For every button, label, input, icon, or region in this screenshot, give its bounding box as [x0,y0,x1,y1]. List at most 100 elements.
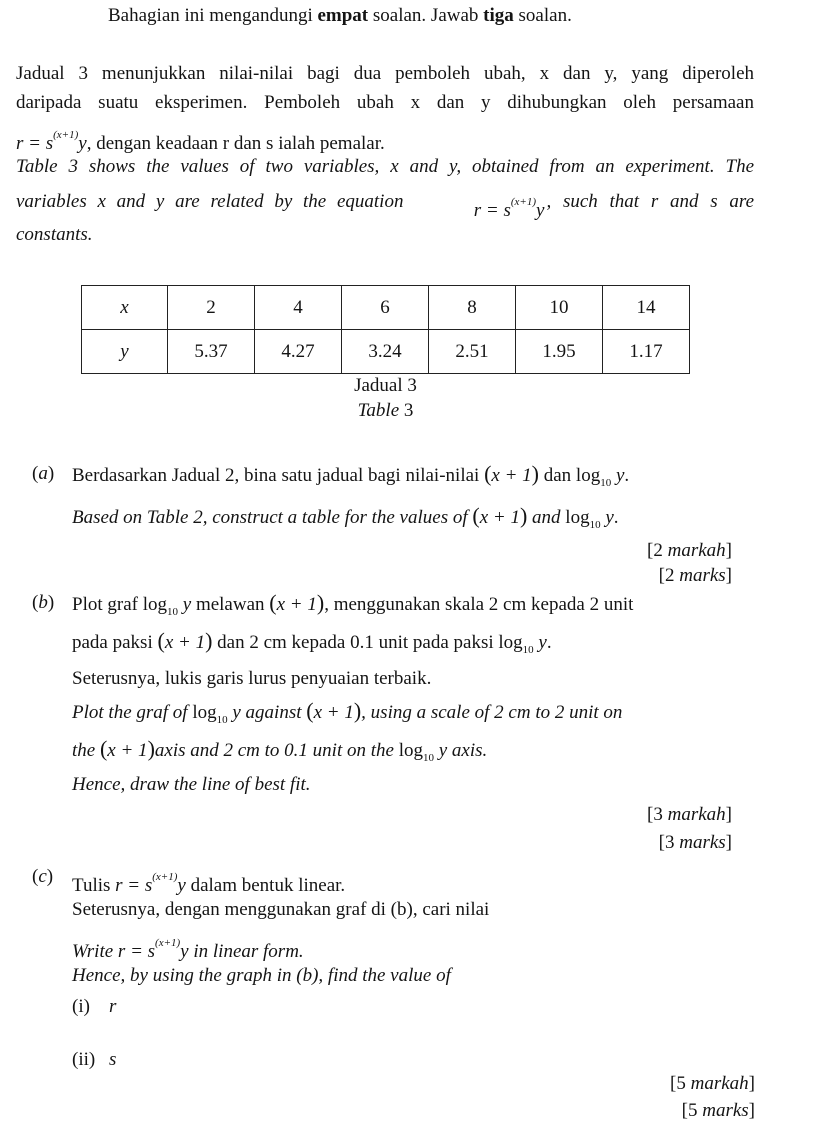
part-c-en-line2: Hence, by using the graph in (b), find t… [72,965,451,986]
equation-lhs: r = s [117,941,156,962]
table-cell: 6 [341,285,429,330]
sub-question-ii-var: s [109,1049,117,1070]
table-caption-ms: Jadual 3 [354,375,417,396]
math-x-plus-1: x + 1 [479,507,520,528]
part-b-text: , using a scale of 2 cm to 2 unit on [361,702,623,723]
part-b-ms-line3: Seterusnya, lukis garis lurus penyuaian … [72,668,432,689]
instruction-text: soalan. [513,5,572,26]
part-a-label: (a) [32,463,55,484]
part-b-text: Plot graf [72,594,138,615]
math-x-plus-1: x + 1 [276,594,317,615]
part-a-en: Based on Table 2, construct a table for … [72,503,619,532]
part-b-marks-ms: [3 markah] [647,804,732,825]
math-log10-y: log10 y [498,632,547,656]
row-header: y [81,329,168,374]
part-a-text: Berdasarkan Jadual 2, bina satu jadual b… [72,465,480,486]
sub-question-ii-label: (ii) [72,1049,96,1070]
row-header: x [81,285,168,330]
table-cell: 2.51 [428,329,516,374]
math-log10-y: log10 y [142,594,192,618]
part-b-en-line2: the (x + 1)axis and 2 cm to 0.1 unit on … [72,736,488,765]
part-b-text: pada paksi [72,632,153,653]
math-log10-y: log10 y [575,465,625,489]
part-b-en-line1: Plot the graf of log10 y against (x + 1)… [72,698,623,727]
table-cell: 4.27 [254,329,342,374]
part-b-text: axis. [451,740,488,761]
part-a-text: Based on Table 2, construct a table for … [72,507,468,528]
equation-lhs: r = s [473,200,511,221]
intro-text: , such that r and s are [546,191,754,212]
math-x-plus-1: x + 1 [313,702,354,723]
part-c-text: Tulis [72,875,111,896]
table-cell: 4 [254,285,342,330]
intro-en-line1: Table 3 shows the values of two variable… [16,156,754,177]
part-b-text: , menggunakan skala 2 cm kepada 2 unit [324,594,634,615]
intro-text: , dengan keadaan r dan s ialah pemalar. [86,133,385,154]
table-cell: 1.17 [602,329,690,374]
caption-word: Table [357,400,400,421]
part-b-text: the [72,740,96,761]
table-row-x: x 2 4 6 8 10 14 [81,285,690,330]
table-cell: 3.24 [341,329,429,374]
part-b-text: Plot the graf of [72,702,188,723]
math-log10-y: log10 y [565,507,614,531]
table-cell: 8 [428,285,516,330]
equation-rhs: y [536,200,545,221]
part-b-text: axis and 2 cm to 0.1 unit on the [154,740,394,761]
part-a-text: and [532,507,561,528]
table-row-y: y 5.37 4.27 3.24 2.51 1.95 1.17 [81,329,690,374]
equation-rhs: y [180,941,189,962]
equation-lhs: r = s [16,133,54,154]
equation-rhs: y [78,133,87,154]
part-c-text: Write [72,941,114,962]
part-b-en-line3: Hence, draw the line of best fit. [72,774,311,795]
part-c-label: (c) [32,866,54,887]
intro-ms-line2: daripada suatu eksperimen. Pemboleh ubah… [16,92,754,113]
intro-ms-line3: r = s(x+1)y, dengan keadaan r dan s iala… [16,124,385,155]
part-b-marks-en: [3 marks] [658,832,732,853]
section-instruction: Bahagian ini mengandungi empat soalan. J… [108,5,572,27]
equation-exponent: (x+1) [155,937,181,949]
instruction-bold-count: tiga [483,5,514,26]
equation-rhs: y [177,875,186,896]
table-cell: 5.37 [167,329,255,374]
caption-number: 3 [399,400,414,421]
part-c-ms-line1: Tulis r = s(x+1)y dalam bentuk linear. [72,866,345,897]
part-c-text: dalam bentuk linear. [190,875,346,896]
equation: r = s(x+1)y [115,871,186,896]
equation: r = s(x+1)y [474,191,545,222]
math-log10-y: log10 y [192,702,241,726]
intro-ms-line1: Jadual 3 menunjukkan nilai-nilai bagi du… [16,63,754,84]
part-c-text: in linear form. [193,941,304,962]
part-a-marks-en: [2 marks] [658,565,732,586]
part-a-ms: Berdasarkan Jadual 2, bina satu jadual b… [72,461,630,490]
part-a-marks-ms: [2 markah] [647,540,732,561]
part-b-ms-line2: pada paksi (x + 1) dan 2 cm kepada 0.1 u… [72,628,552,657]
table-cell: 1.95 [515,329,603,374]
part-b-text: dan 2 cm kepada 0.1 unit pada paksi [217,632,494,653]
intro-text: variables x and y are related by the equ… [16,191,404,212]
equation: r = s(x+1)y [16,129,87,154]
instruction-text: soalan. Jawab [368,5,484,26]
equation: r = s(x+1)y [117,937,189,962]
part-c-marks-ms: [5 markah] [670,1073,755,1094]
part-a-text: dan [543,465,572,486]
part-b-text: against [245,702,302,723]
math-x-plus-1: x + 1 [107,740,148,761]
equation-exponent: (x+1) [510,196,537,208]
sub-question-i-var: r [109,996,117,1017]
math-x-plus-1: x + 1 [491,465,532,486]
intro-en-line2: variables x and y are related by the equ… [16,191,754,222]
equation-exponent: (x+1) [53,129,79,141]
part-b-ms-line1: Plot graf log10 y melawan (x + 1), mengg… [72,590,634,619]
data-table: x 2 4 6 8 10 14 y 5.37 4.27 3.24 2.51 1.… [81,285,690,374]
table-cell: 2 [167,285,255,330]
math-x-plus-1: x + 1 [164,632,206,653]
table-cell: 14 [602,285,690,330]
instruction-bold-count: empat [317,5,369,26]
math-log10-y: log10 y [398,740,448,764]
part-b-text: melawan [195,594,265,615]
table-cell: 10 [515,285,603,330]
equation-lhs: r = s [115,875,153,896]
table-caption-en: Table 3 [81,400,690,422]
